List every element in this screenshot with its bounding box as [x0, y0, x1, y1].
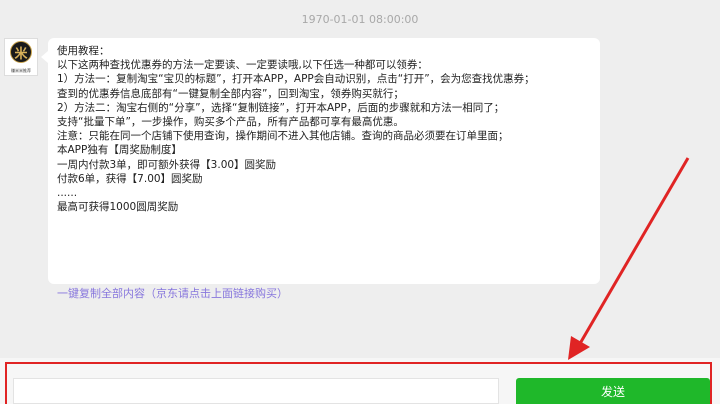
- avatar[interactable]: 米 赚米米推荐: [4, 38, 38, 76]
- message-line: 最高可获得1000圆周奖励: [57, 201, 179, 214]
- message-line: 使用教程：: [57, 45, 110, 57]
- annotation-highlight-box: [5, 362, 712, 404]
- message-line: 付款6单，获得【7.00】圆奖励: [57, 172, 203, 185]
- avatar-caption: 赚米米推荐: [11, 68, 31, 73]
- copy-all-content-link[interactable]: 一键复制全部内容（京东请点击上面链接购买）: [57, 285, 288, 301]
- message-timestamp: 1970-01-01 08:00:00: [301, 13, 419, 26]
- message-line: 注意：只能在同一个店铺下使用查询，操作期间不进入其他店铺。查询的商品必须要在订单…: [57, 130, 509, 143]
- message-line: ......: [57, 186, 78, 199]
- message-line: 支持“批量下单”，一步操作，购买多个产品，所有产品都可享有最高优惠。: [57, 115, 404, 128]
- message-line: 查到的优惠券信息底部有“一键复制全部内容”，回到淘宝，领券购买就行；: [57, 87, 404, 100]
- message-line: 2）方法二：淘宝右侧的“分享”，选择“复制链接”，打开本APP，后面的步骤就和方…: [57, 101, 505, 114]
- message-bubble: 使用教程： 以下这两种查找优惠券的方法一定要读、一定要读哦,以下任选一种都可以领…: [41, 38, 600, 300]
- message-line: 本APP独有【周奖励制度】: [57, 144, 182, 157]
- message-line: 以下这两种查找优惠券的方法一定要读、一定要读哦,以下任选一种都可以领券：: [57, 59, 428, 72]
- avatar-logo-icon: 米: [10, 41, 32, 63]
- message-line: 一周内付款3单，即可额外获得【3.00】圆奖励: [57, 158, 277, 171]
- message-line: 1）方法一：复制淘宝“宝贝的标题”，打开本APP，APP会自动识别，点击“打开”…: [57, 73, 535, 86]
